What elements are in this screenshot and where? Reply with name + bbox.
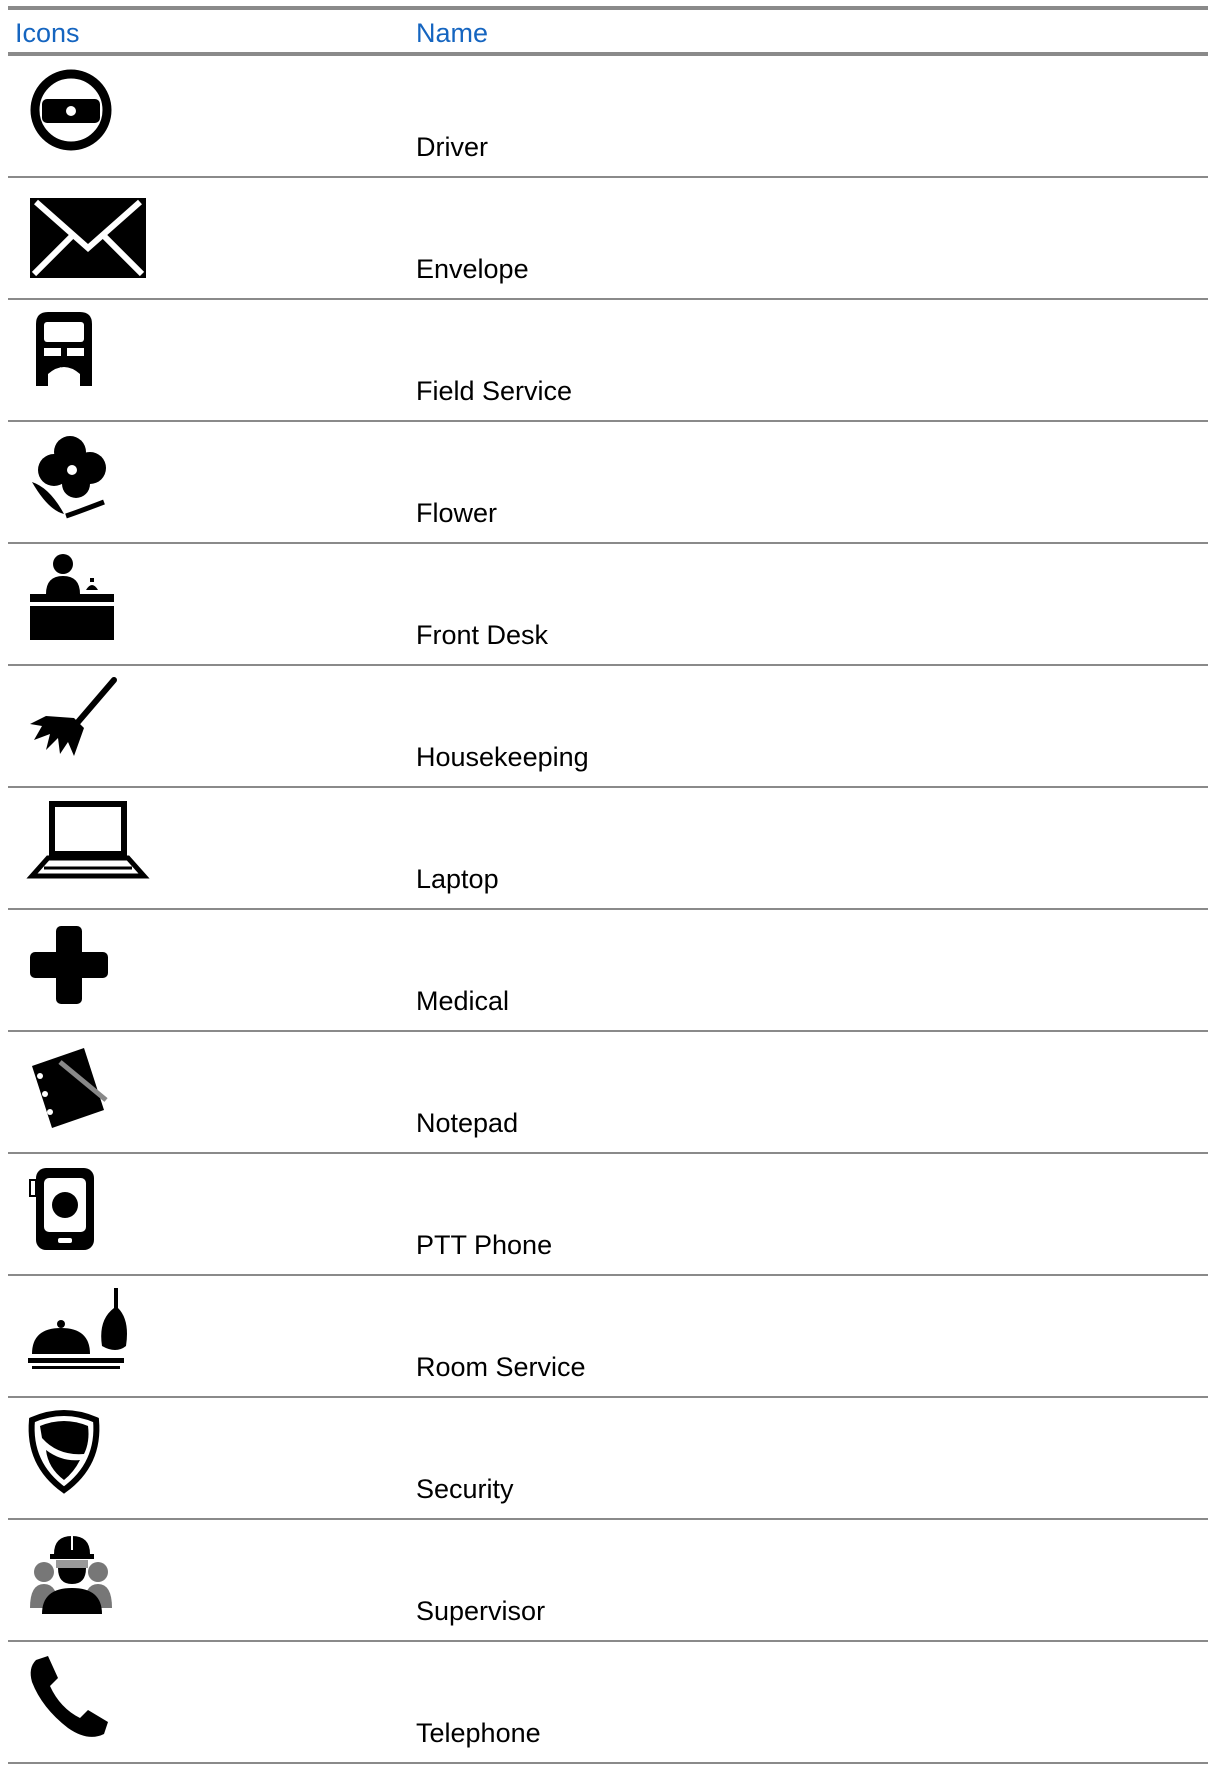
row-name: Security	[416, 1474, 514, 1504]
table-row: PTT Phone	[8, 1154, 1208, 1276]
table-row: Flower	[8, 422, 1208, 544]
icon-table: Icons Name Driver Envelope Field Service…	[8, 6, 1208, 1764]
table-row: Field Service	[8, 300, 1208, 422]
table-row: Telephone	[8, 1642, 1208, 1764]
front-desk-icon	[18, 548, 158, 644]
table-header: Icons Name	[8, 6, 1208, 56]
row-name: Laptop	[416, 864, 499, 894]
ptt-phone-icon	[18, 1158, 158, 1254]
laptop-icon	[18, 792, 158, 888]
row-name: Housekeeping	[416, 742, 589, 772]
medical-icon	[18, 914, 158, 1010]
field-service-icon	[18, 304, 158, 400]
row-name: Field Service	[416, 376, 573, 406]
row-name: Driver	[416, 132, 488, 162]
supervisor-icon	[18, 1524, 158, 1620]
table-row: Housekeeping	[8, 666, 1208, 788]
flower-icon	[18, 426, 158, 522]
security-icon	[18, 1402, 158, 1498]
row-name: Room Service	[416, 1352, 586, 1382]
table-row: Security	[8, 1398, 1208, 1520]
row-name: Medical	[416, 986, 510, 1016]
row-name: Envelope	[416, 254, 529, 284]
row-name: Notepad	[416, 1108, 519, 1138]
envelope-icon	[18, 182, 158, 278]
telephone-icon	[18, 1646, 158, 1742]
room-service-icon	[18, 1280, 158, 1376]
table-row: Front Desk	[8, 544, 1208, 666]
row-name: PTT Phone	[416, 1230, 553, 1260]
row-name: Telephone	[416, 1718, 541, 1748]
row-name: Front Desk	[416, 620, 549, 650]
table-row: Supervisor	[8, 1520, 1208, 1642]
notepad-icon	[18, 1036, 158, 1132]
driver-icon	[18, 60, 158, 156]
table-row: Laptop	[8, 788, 1208, 910]
table-row: Driver	[8, 56, 1208, 178]
table-row: Medical	[8, 910, 1208, 1032]
table-row: Envelope	[8, 178, 1208, 300]
row-name: Flower	[416, 498, 498, 528]
row-name: Supervisor	[416, 1596, 546, 1626]
housekeeping-icon	[18, 670, 158, 766]
column-header-name: Name	[416, 18, 489, 48]
table-row: Room Service	[8, 1276, 1208, 1398]
table-row: Notepad	[8, 1032, 1208, 1154]
column-header-icons: Icons	[15, 18, 80, 48]
